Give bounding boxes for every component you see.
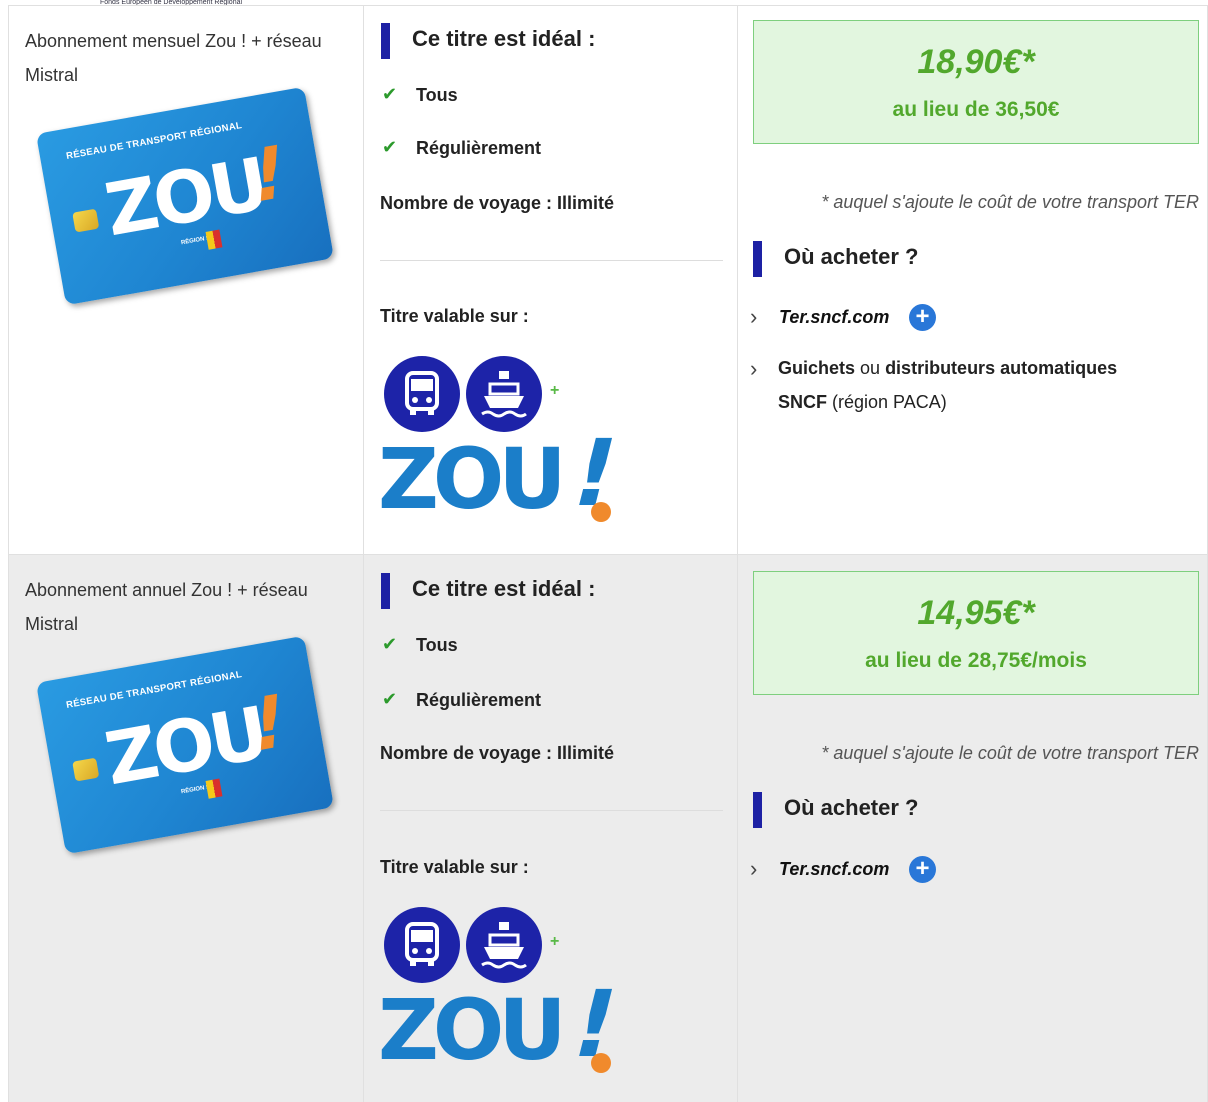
bus-icon (384, 356, 460, 432)
or-text: ou (855, 358, 886, 378)
check-icon: ✔ (382, 137, 398, 157)
product-column: Abonnement annuel Zou ! + réseau Mistral… (9, 555, 364, 1102)
details-column: Ce titre est idéal : ✔ Tous ✔ Régulièrem… (364, 555, 738, 1102)
valid-on-label: Titre valable sur : (380, 306, 529, 326)
card-chip-icon (72, 757, 100, 782)
plus-icon: + (550, 382, 560, 399)
price-column: 14,95€* au lieu de 28,75€/mois * auquel … (738, 555, 1207, 1102)
price: 18,90€* (917, 43, 1035, 81)
heading-bar (753, 241, 762, 277)
ideal-item: Régulièrement (416, 138, 542, 158)
ideal-heading: Ce titre est idéal : (412, 576, 596, 601)
check-icon: ✔ (382, 689, 398, 709)
product-column: Abonnement mensuel Zou ! + réseau Mistra… (9, 6, 364, 554)
divider (380, 810, 723, 811)
distributeurs-text: distributeurs automatiques (885, 358, 1118, 378)
where-to-buy-heading: Où acheter ? (784, 244, 919, 269)
price-footnote: * auquel s'ajoute le coût de votre trans… (821, 743, 1199, 763)
ideal-item: Régulièrement (416, 690, 542, 710)
ideal-item: Tous (416, 85, 458, 105)
divider (380, 260, 723, 261)
region-crest-icon (205, 778, 223, 799)
boat-icon (466, 907, 542, 983)
check-icon: ✔ (382, 634, 398, 654)
ideal-item: Tous (416, 635, 458, 655)
region-text: (région PACA) (827, 392, 947, 412)
buy-at-stations: Guichets ou distributeurs automatiques SN… (778, 351, 1198, 419)
card-logo-exclaim: ! (249, 128, 289, 221)
expand-plus-button[interactable]: + (909, 304, 936, 331)
price: 14,95€* (917, 594, 1035, 632)
trip-count: Nombre de voyage : Illimité (380, 743, 615, 763)
card-chip-icon (72, 208, 100, 233)
ideal-heading: Ce titre est idéal : (412, 26, 596, 51)
where-to-buy-heading: Où acheter ? (784, 795, 919, 820)
trip-count: Nombre de voyage : Illimité (380, 193, 615, 213)
boat-icon (466, 356, 542, 432)
offer-row-monthly: Abonnement mensuel Zou ! + réseau Mistra… (8, 5, 1208, 555)
card-logo: ZOU (99, 141, 272, 253)
expand-plus-button[interactable]: + (909, 856, 936, 883)
zou-card-image: RÉSEAU DE TRANSPORT RÉGIONAL ZOU ! RÉGIO… (35, 635, 335, 855)
price-box: 14,95€* au lieu de 28,75€/mois (753, 571, 1199, 695)
ter-sncf-link[interactable]: Ter.sncf.com (779, 859, 889, 880)
sncf-text: SNCF (778, 392, 827, 412)
logo-dot (591, 502, 611, 522)
region-crest-icon (205, 229, 223, 250)
chevron-right-icon: › (750, 856, 758, 881)
chevron-right-icon: › (750, 356, 758, 381)
price-box: 18,90€* au lieu de 36,50€ (753, 20, 1199, 144)
logo-dot (591, 1053, 611, 1073)
details-column: Ce titre est idéal : ✔ Tous ✔ Régulièrem… (364, 6, 738, 554)
plus-icon: + (550, 933, 560, 950)
zou-card-image: RÉSEAU DE TRANSPORT RÉGIONAL ZOU ! RÉGIO… (35, 86, 335, 306)
bus-icon (384, 907, 460, 983)
product-title: Abonnement mensuel Zou ! + réseau Mistra… (25, 31, 322, 85)
offer-row-annual: Abonnement annuel Zou ! + réseau Mistral… (8, 554, 1208, 1102)
chevron-right-icon: › (750, 304, 758, 329)
ter-sncf-link[interactable]: Ter.sncf.com (779, 307, 889, 328)
card-logo-exclaim: ! (249, 677, 289, 770)
price-column: 18,90€* au lieu de 36,50€ * auquel s'ajo… (738, 6, 1207, 554)
zou-logo: ZOU (378, 981, 567, 1079)
valid-on-label: Titre valable sur : (380, 857, 529, 877)
price-footnote: * auquel s'ajoute le coût de votre trans… (821, 192, 1199, 212)
guichets-text: Guichets (778, 358, 856, 378)
heading-bar (381, 23, 390, 59)
heading-bar (753, 792, 762, 828)
original-price: au lieu de 36,50€ (892, 98, 1060, 121)
product-title: Abonnement annuel Zou ! + réseau Mistral (25, 580, 308, 634)
heading-bar (381, 573, 390, 609)
card-logo: ZOU (99, 690, 272, 802)
check-icon: ✔ (382, 84, 398, 104)
original-price: au lieu de 28,75€/mois (865, 649, 1087, 672)
zou-logo: ZOU (378, 430, 567, 528)
